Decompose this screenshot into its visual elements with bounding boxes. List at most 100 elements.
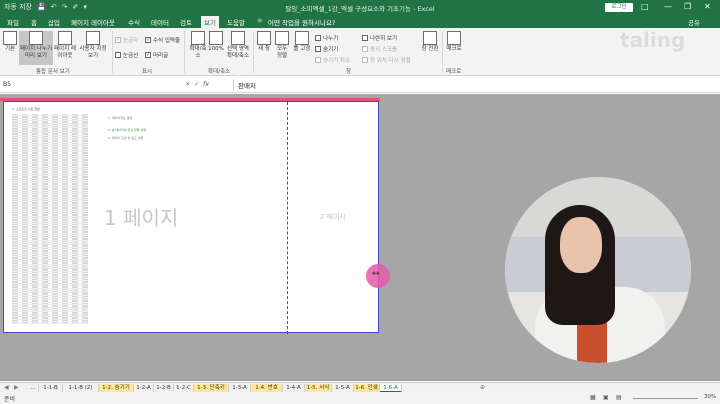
normal-view-button[interactable]: 기본 (2, 31, 18, 53)
group-separator (184, 31, 185, 73)
close-icon[interactable]: ✕ (704, 2, 711, 11)
login-button[interactable]: 로그인 (605, 3, 633, 12)
cancel-entry-icon[interactable]: ✕ (185, 80, 190, 88)
sheet-tab[interactable]: 1-1-B (39, 384, 63, 392)
share-button[interactable]: 공유 (688, 17, 700, 27)
page-break-preview-button[interactable]: 페이지 나누기 미리 보기 (19, 31, 53, 65)
confirm-entry-icon[interactable]: ✓ (194, 80, 199, 88)
headings-checkbox[interactable]: ✓ 머리글 (145, 51, 168, 59)
new-window-icon (257, 31, 271, 45)
sheet-tab[interactable]: 1-1-B (2) (63, 384, 99, 392)
freeze-panes-button[interactable]: 틀 고정 (292, 31, 312, 53)
group-separator (253, 31, 254, 73)
zoom-level[interactable]: 30% (704, 394, 716, 400)
sheet-tab[interactable]: 1-3. 단축키 (194, 384, 229, 392)
tell-me-search[interactable]: 어떤 작업을 원하시나요? (268, 17, 335, 27)
ribbon-options-icon[interactable]: □ (641, 2, 649, 11)
sheet-tab[interactable]: 1-5. 서식 (305, 384, 332, 392)
group-separator (112, 31, 113, 73)
page-2-watermark: 2 페이지 (320, 213, 346, 221)
zoom-button[interactable]: 확대/축소 (188, 31, 208, 60)
page-layout-view-button[interactable]: 페이지 레이아웃 (54, 31, 76, 60)
macro-icon (447, 31, 461, 45)
status-bar: 준비 ▦ ▣ ▤ 30% (0, 392, 720, 404)
ribbon: 기본 페이지 나누기 미리 보기 페이지 레이아웃 사용자 지정 보기 통합 문… (0, 28, 720, 76)
formula-bar-checkbox[interactable]: ✓ 수식 입력줄 (145, 36, 180, 44)
page-layout-status-icon[interactable]: ▣ (603, 394, 609, 401)
insert-function-icon[interactable]: fx (203, 80, 209, 88)
tab-formulas[interactable]: 수식 (128, 17, 140, 27)
switch-windows-button[interactable]: 창 전환 (420, 31, 440, 53)
sheet-tab[interactable]: 1-4. 번호 (251, 384, 283, 392)
split-checkbox[interactable]: 나누기 (315, 34, 338, 42)
group-label-show: 표시 (142, 69, 153, 75)
sheet-tab[interactable]: 1-2. 숨기기 (99, 384, 134, 392)
next-sheet-icon[interactable]: ▶ (14, 384, 19, 391)
zoom-100-button[interactable]: 100% (208, 31, 224, 53)
name-box[interactable]: B5 (2, 80, 162, 90)
group-separator (442, 31, 443, 73)
sheet-tab[interactable]: 1-4-A (283, 384, 305, 392)
magnifier-icon (191, 31, 205, 45)
table-row (12, 321, 88, 325)
freeze-panes-icon (295, 31, 309, 45)
zoom-to-selection-button[interactable]: 선택 영역 확대/축소 (224, 31, 252, 60)
presenter-webcam (505, 177, 691, 363)
formula-divider (233, 79, 234, 91)
tab-home[interactable]: 홈 (31, 17, 37, 27)
tab-page-layout[interactable]: 페이지 레이아웃 (71, 17, 115, 27)
minimize-icon[interactable]: — (664, 2, 672, 11)
prev-sheet-icon[interactable]: ◀ (4, 384, 9, 391)
arrange-all-button[interactable]: 모두 정렬 (274, 31, 290, 60)
page-break-line[interactable] (287, 102, 288, 334)
note-line: 3. 데이터 구성 및 필드 설명 (108, 136, 144, 140)
synchronous-scrolling-button[interactable]: 동시 스크롤 (362, 45, 397, 53)
sheet-tab[interactable]: 1-5-A (332, 384, 354, 392)
sheet-tab[interactable]: 1-2-A (134, 384, 154, 392)
maximize-icon[interactable]: ❐ (684, 2, 691, 11)
normal-view-status-icon[interactable]: ▦ (590, 394, 596, 401)
ruler-checkbox[interactable]: ✓ 눈금자 (115, 36, 138, 44)
gridlines-checkbox[interactable]: 눈금선 (115, 51, 138, 59)
page-break-icon (29, 31, 43, 45)
group-label-macros: 매크로 (446, 69, 462, 75)
group-label-zoom: 확대/축소 (208, 69, 231, 75)
custom-views-button[interactable]: 사용자 지정 보기 (78, 31, 108, 60)
unhide-checkbox[interactable]: 숨기기 취소 (315, 56, 350, 64)
note-line: 2. 본 데이터의 주요 항목 설명 (108, 128, 146, 132)
arrange-all-icon (275, 31, 289, 45)
sheet-tab[interactable]: 1-2-B (154, 384, 174, 392)
title-bar: 자동 저장 💾 ↶ ↷ ✐ ▾ 탈잉_소피엑셀_1강_엑셀 구성요소와 기초기능… (0, 0, 720, 15)
macros-button[interactable]: 매크로 (444, 31, 464, 53)
new-window-button[interactable]: 새 창 (256, 31, 272, 53)
tab-data[interactable]: 데이터 (151, 17, 169, 27)
tab-file[interactable]: 파일 (7, 17, 19, 27)
tab-view[interactable]: 보기 (201, 16, 219, 28)
tab-insert[interactable]: 삽입 (48, 17, 60, 27)
hide-checkbox[interactable]: 숨기기 (315, 45, 338, 53)
sheet-tab[interactable]: 1-6-A (380, 384, 402, 392)
status-ready: 준비 (4, 396, 16, 403)
sheet-tab[interactable]: 1-6. 인쇄 (354, 384, 380, 392)
formula-input[interactable]: 판매처 (238, 80, 256, 90)
reset-window-position-button[interactable]: 창 위치 다시 정렬 (362, 56, 411, 64)
zoom-slider[interactable] (633, 398, 698, 399)
tab-help[interactable]: 도움말 (227, 17, 245, 27)
group-label-window: 창 (346, 69, 352, 75)
normal-view-icon (3, 31, 17, 45)
tab-review[interactable]: 검토 (180, 17, 192, 27)
note-line: 1. 데이터개요 설명 (108, 116, 133, 120)
add-sheet-icon[interactable]: ⊕ (480, 384, 485, 391)
page-break-status-icon[interactable]: ▤ (616, 394, 622, 401)
sheet-mini-title: 1. 소프트인 시트 현황 (12, 107, 40, 111)
page-1-watermark: 1 페이지 (104, 206, 179, 230)
page-layout-icon (58, 31, 72, 45)
sheet-tab[interactable]: 1-2-C (174, 384, 194, 392)
view-side-by-side-button[interactable]: 나란히 보기 (362, 34, 397, 42)
zoom-100-icon (209, 31, 223, 45)
sheet-tab[interactable]: ... (28, 384, 39, 392)
zoom-selection-icon (231, 31, 245, 45)
switch-windows-icon (423, 31, 437, 45)
sheet-tab[interactable]: 1-3-A (229, 384, 251, 392)
print-page[interactable]: 1. 소프트인 시트 현황 1. 데이터개요 설명 2. 본 데이터의 주요 항… (3, 101, 379, 334)
